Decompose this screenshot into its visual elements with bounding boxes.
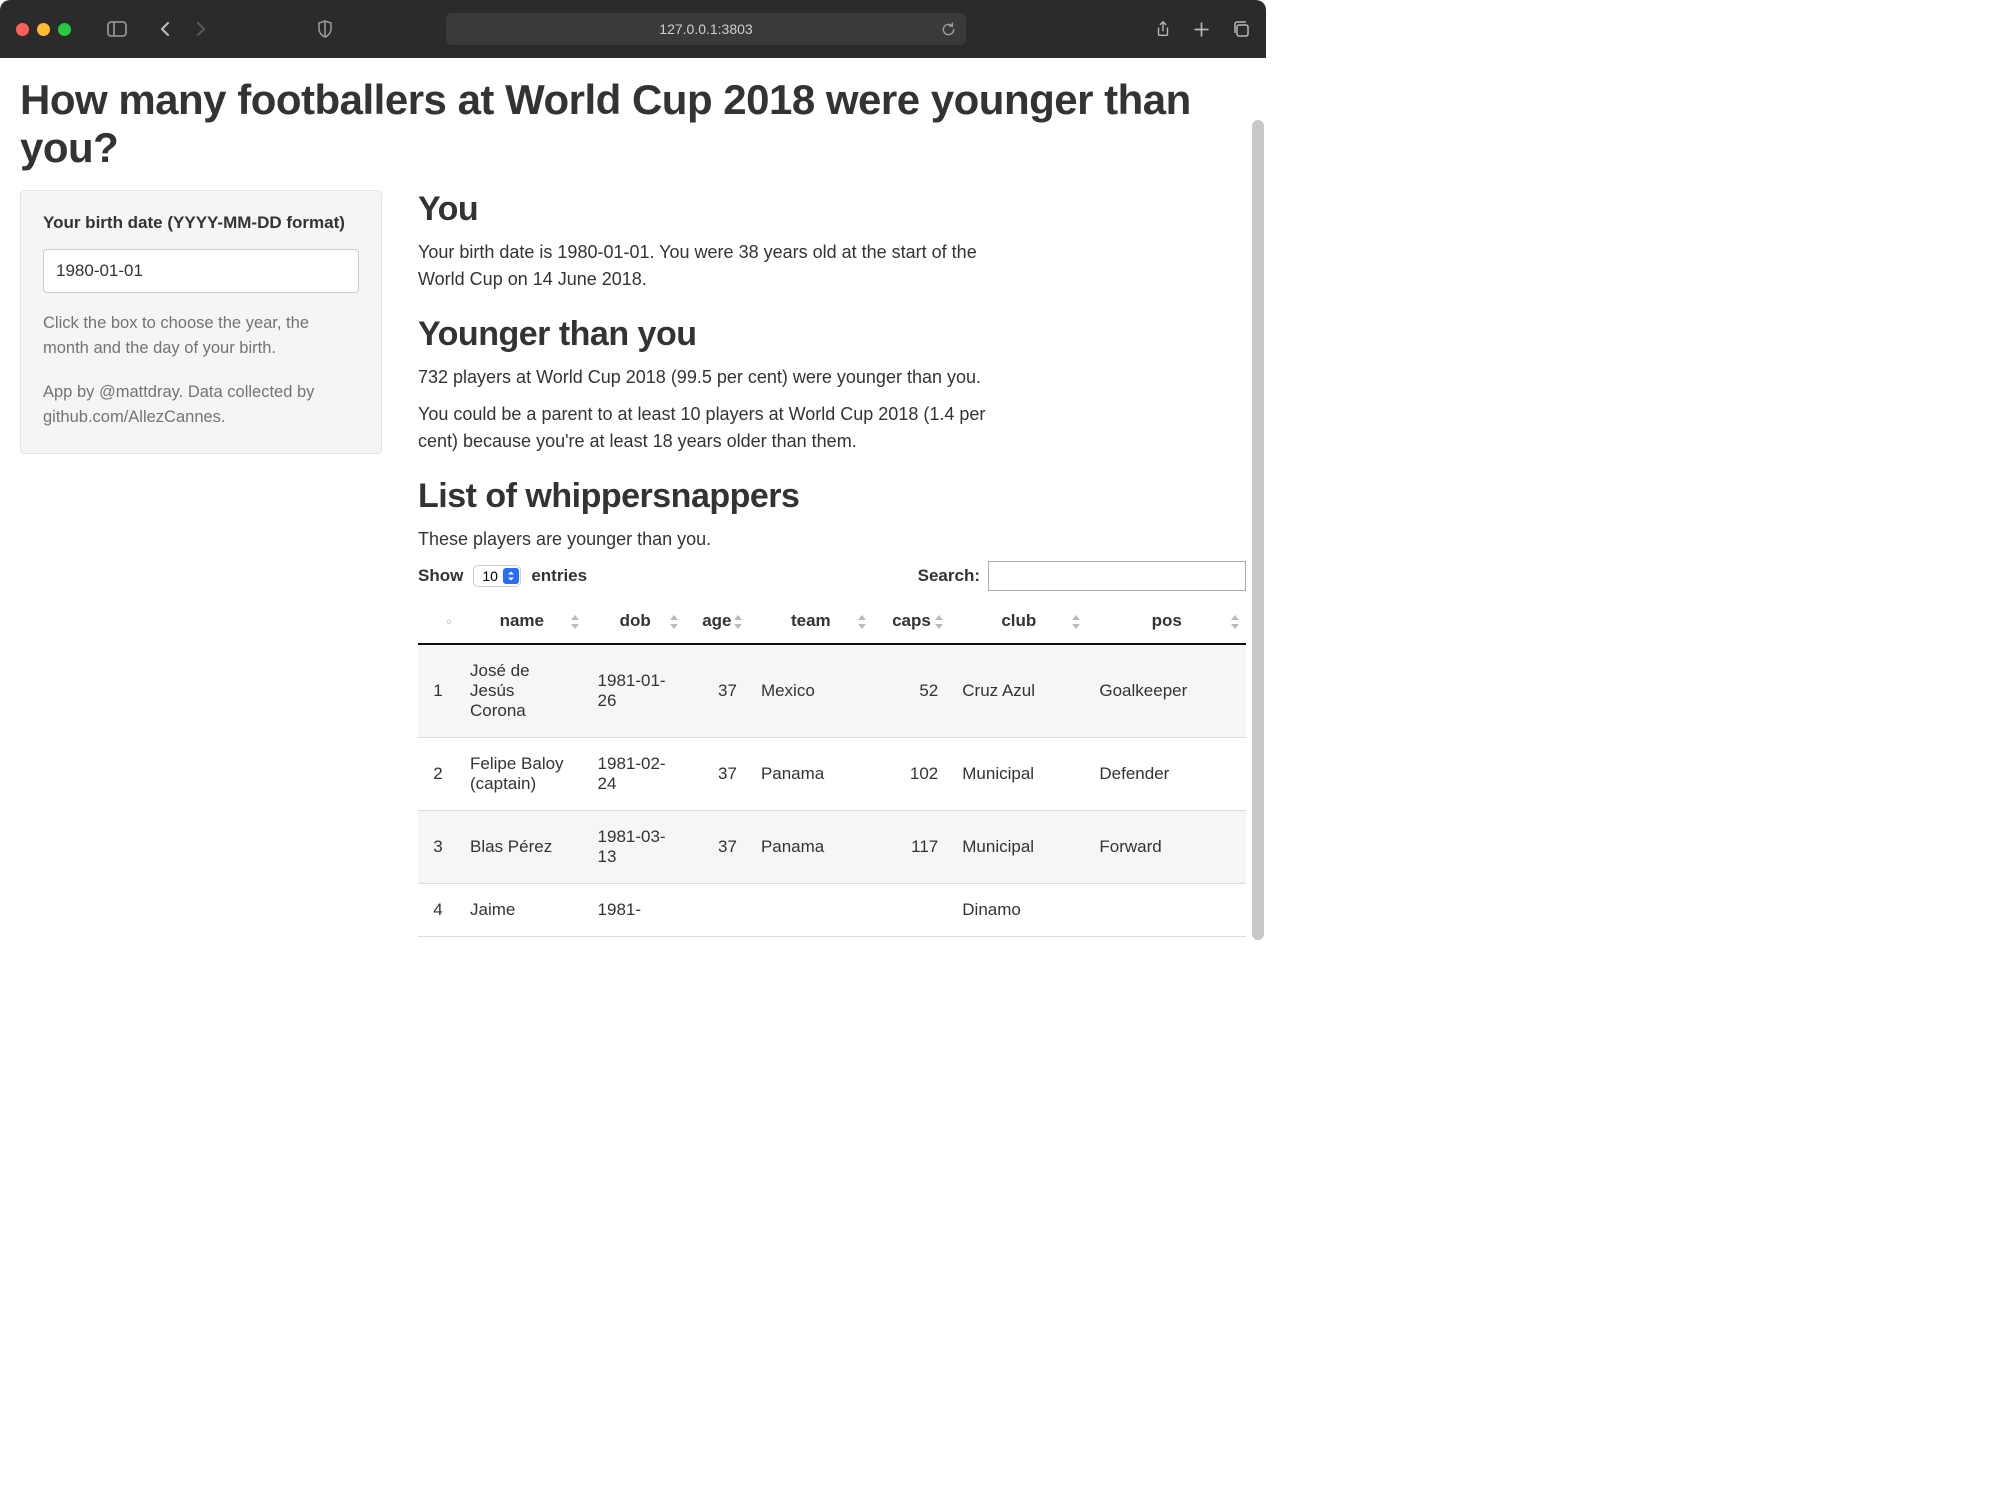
birthdate-input[interactable] (43, 249, 359, 293)
col-caps[interactable]: caps (873, 601, 951, 644)
sidebar-toggle-icon[interactable] (107, 21, 127, 37)
birthdate-label: Your birth date (YYYY-MM-DD format) (43, 211, 359, 235)
url-text: 127.0.0.1:3803 (659, 21, 752, 37)
col-name[interactable]: name (458, 601, 586, 644)
cell-dob: 1981-01-26 (586, 644, 685, 738)
cell-pos: Goalkeeper (1087, 644, 1246, 738)
cell-caps: 52 (873, 644, 951, 738)
cell-club: Cruz Azul (950, 644, 1087, 738)
cell-name: Blas Pérez (458, 811, 586, 884)
list-heading: List of whippersnappers (418, 477, 1246, 516)
cell-pos: Defender (1087, 738, 1246, 811)
cell-club: Municipal (950, 811, 1087, 884)
you-heading: You (418, 190, 1246, 229)
cell-club: Dinamo (950, 884, 1087, 937)
share-icon[interactable] (1155, 20, 1171, 38)
minimize-window-icon[interactable] (37, 23, 50, 36)
cell-dob: 1981- (586, 884, 685, 937)
cell-team: Panama (749, 811, 873, 884)
sort-icon (1230, 615, 1240, 629)
cell-caps: 117 (873, 811, 951, 884)
cell-club: Municipal (950, 738, 1087, 811)
sort-icon (1071, 615, 1081, 629)
col-index[interactable]: ◦ (418, 601, 458, 644)
sort-icon (934, 615, 944, 629)
main-column: You Your birth date is 1980-01-01. You w… (418, 190, 1246, 937)
you-text: Your birth date is 1980-01-01. You were … (418, 239, 1008, 293)
sort-icon (570, 615, 580, 629)
col-pos[interactable]: pos (1087, 601, 1246, 644)
window-controls (16, 23, 71, 36)
cell-pos: Forward (1087, 811, 1246, 884)
cell-name: José de Jesús Corona (458, 644, 586, 738)
search-input[interactable] (988, 561, 1246, 591)
address-bar[interactable]: 127.0.0.1:3803 (446, 13, 966, 45)
younger-text-1: 732 players at World Cup 2018 (99.5 per … (418, 364, 1008, 391)
younger-heading: Younger than you (418, 315, 1246, 354)
sort-icon (857, 615, 867, 629)
cell-age: 37 (685, 644, 749, 738)
show-label: Show (418, 566, 463, 586)
players-table: ◦ name dob age team caps club pos 1 José… (418, 601, 1246, 937)
col-team[interactable]: team (749, 601, 873, 644)
col-age[interactable]: age (685, 601, 749, 644)
sort-icon (669, 615, 679, 629)
page-content: How many footballers at World Cup 2018 w… (0, 58, 1266, 952)
cell-idx: 3 (418, 811, 458, 884)
cell-age (685, 884, 749, 937)
table-row: 1 José de Jesús Corona 1981-01-26 37 Mex… (418, 644, 1246, 738)
col-club[interactable]: club (950, 601, 1087, 644)
back-button[interactable] (151, 15, 179, 43)
sort-icon (733, 615, 743, 629)
privacy-shield-icon[interactable] (317, 20, 333, 38)
page-title: How many footballers at World Cup 2018 w… (20, 76, 1246, 172)
cell-caps (873, 884, 951, 937)
search-label: Search: (918, 566, 980, 586)
table-header-row: ◦ name dob age team caps club pos (418, 601, 1246, 644)
table-controls: Show 10 entries Search: (418, 561, 1246, 591)
cell-team (749, 884, 873, 937)
cell-team: Mexico (749, 644, 873, 738)
maximize-window-icon[interactable] (58, 23, 71, 36)
cell-name: Jaime (458, 884, 586, 937)
sort-icon: ◦ (446, 612, 452, 632)
scrollbar-thumb[interactable] (1252, 120, 1264, 940)
browser-chrome: 127.0.0.1:3803 (0, 0, 1266, 58)
cell-name: Felipe Baloy (captain) (458, 738, 586, 811)
col-dob[interactable]: dob (586, 601, 685, 644)
cell-dob: 1981-02-24 (586, 738, 685, 811)
younger-text-2: You could be a parent to at least 10 pla… (418, 401, 1008, 455)
cell-age: 37 (685, 738, 749, 811)
table-row: 4 Jaime 1981- Dinamo (418, 884, 1246, 937)
cell-idx: 2 (418, 738, 458, 811)
tabs-overview-icon[interactable] (1232, 20, 1250, 38)
cell-team: Panama (749, 738, 873, 811)
new-tab-icon[interactable] (1193, 20, 1210, 38)
cell-idx: 1 (418, 644, 458, 738)
list-text: These players are younger than you. (418, 526, 1008, 553)
close-window-icon[interactable] (16, 23, 29, 36)
table-row: 2 Felipe Baloy (captain) 1981-02-24 37 P… (418, 738, 1246, 811)
sidebar-hint: Click the box to choose the year, the mo… (43, 311, 359, 362)
cell-caps: 102 (873, 738, 951, 811)
cell-age: 37 (685, 811, 749, 884)
cell-pos (1087, 884, 1246, 937)
entries-label: entries (531, 566, 587, 586)
sidebar-credit: App by @mattdray. Data collected by gith… (43, 380, 359, 431)
cell-idx: 4 (418, 884, 458, 937)
table-row: 3 Blas Pérez 1981-03-13 37 Panama 117 Mu… (418, 811, 1246, 884)
cell-dob: 1981-03-13 (586, 811, 685, 884)
select-caret-icon (503, 568, 519, 584)
forward-button (187, 15, 215, 43)
sidebar-panel: Your birth date (YYYY-MM-DD format) Clic… (20, 190, 382, 454)
reload-icon[interactable] (941, 22, 956, 37)
